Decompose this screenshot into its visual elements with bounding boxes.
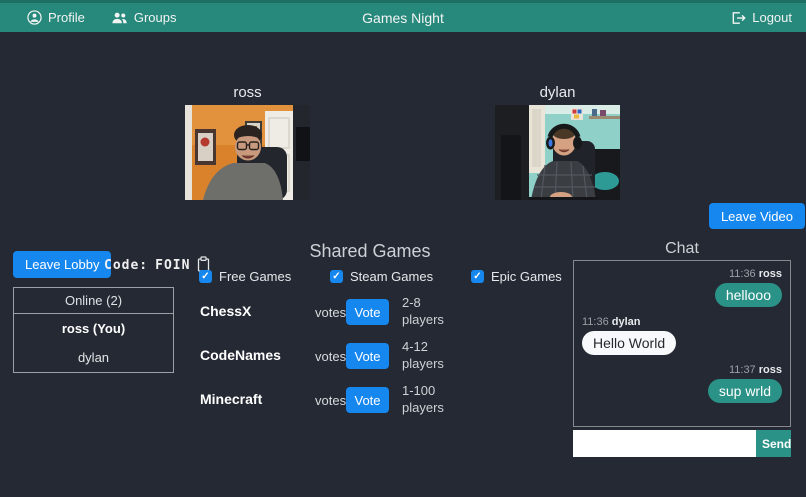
online-member: ross (You) bbox=[61, 321, 126, 336]
message-bubble: sup wrld bbox=[707, 379, 782, 403]
filter-label: Steam Games bbox=[350, 269, 434, 284]
vote-button[interactable]: Vote bbox=[346, 299, 389, 325]
players-range: 4-12 players bbox=[402, 339, 444, 371]
nav-logout-label: Logout bbox=[752, 10, 792, 25]
shared-games-title: Shared Games bbox=[309, 241, 431, 261]
lobby-code-value: FOIN bbox=[155, 257, 191, 273]
game-name: Minecraft bbox=[200, 391, 263, 407]
message-time: 11:36 bbox=[728, 268, 756, 280]
game-row-chessx: ChessX votes: Vote 2-8 players bbox=[200, 295, 535, 330]
video-name-label: dylan bbox=[539, 84, 576, 101]
filter-label: Epic Games bbox=[491, 269, 562, 284]
online-members-panel: Online (2) ross (You) dylan bbox=[13, 287, 174, 373]
message-time: 11:36 bbox=[582, 316, 609, 328]
lobby-code-label: Code: bbox=[104, 257, 149, 273]
message-time: 11:37 bbox=[728, 364, 756, 376]
video-feed-dylan bbox=[495, 105, 620, 200]
vote-button[interactable]: Vote bbox=[346, 343, 389, 369]
checkbox-checked-icon[interactable] bbox=[330, 270, 343, 283]
game-row-codenames: CodeNames votes: Vote 4-12 players bbox=[200, 339, 535, 374]
send-button[interactable]: Send bbox=[756, 430, 791, 457]
leave-lobby-button[interactable]: Leave Lobby bbox=[13, 251, 112, 278]
message-meta: 11:37 ross bbox=[729, 364, 782, 376]
nav-groups-label: Groups bbox=[133, 10, 177, 25]
votes-label: votes: bbox=[315, 349, 350, 364]
video-name-label: ross bbox=[233, 84, 262, 101]
game-name: CodeNames bbox=[200, 347, 281, 363]
logout-icon bbox=[731, 11, 746, 25]
nav-profile[interactable]: Profile bbox=[27, 10, 85, 25]
chat-message: 11:37 ross sup wrld bbox=[582, 364, 782, 403]
chat-input-row: Send bbox=[573, 430, 791, 457]
chat-message-list[interactable]: 11:36 ross hellooo 11:36 dylan Hello Wor… bbox=[573, 260, 791, 427]
message-sender: dylan bbox=[611, 316, 641, 328]
navbar: Profile Groups Games Night Logout bbox=[0, 0, 806, 32]
message-bubble: Hello World bbox=[582, 331, 677, 355]
nav-groups[interactable]: Groups bbox=[111, 10, 177, 25]
chat-title: Chat bbox=[665, 240, 699, 257]
players-range: 1-100 players bbox=[402, 383, 444, 415]
person-circle-icon bbox=[27, 10, 42, 25]
filter-steam-games[interactable]: Steam Games bbox=[330, 269, 433, 284]
checkbox-checked-icon[interactable] bbox=[199, 270, 212, 283]
message-meta: 11:36 ross bbox=[729, 268, 782, 280]
message-meta: 11:36 dylan bbox=[582, 316, 641, 328]
votes-label: votes: bbox=[315, 305, 350, 320]
chat-message: 11:36 ross hellooo bbox=[582, 268, 782, 307]
online-header: Online (2) bbox=[14, 288, 173, 314]
message-sender: ross bbox=[758, 364, 782, 376]
video-feed-ross bbox=[185, 105, 310, 200]
message-sender: ross bbox=[758, 268, 782, 280]
checkbox-checked-icon[interactable] bbox=[471, 270, 484, 283]
votes-label: votes: bbox=[315, 393, 350, 408]
players-range: 2-8 players bbox=[402, 295, 444, 327]
chat-message: 11:36 dylan Hello World bbox=[582, 316, 782, 355]
chat-message-input[interactable] bbox=[573, 430, 756, 457]
filter-epic-games[interactable]: Epic Games bbox=[471, 269, 562, 284]
game-name: ChessX bbox=[200, 303, 252, 319]
online-member: dylan bbox=[77, 350, 110, 365]
vote-button[interactable]: Vote bbox=[346, 387, 389, 413]
leave-video-button[interactable]: Leave Video bbox=[708, 203, 805, 229]
filter-free-games[interactable]: Free Games bbox=[199, 269, 291, 284]
message-bubble: hellooo bbox=[714, 283, 782, 307]
game-row-minecraft: Minecraft votes: Vote 1-100 players bbox=[200, 383, 535, 418]
filter-label: Free Games bbox=[219, 269, 292, 284]
video-block-ross: ross bbox=[185, 84, 310, 200]
people-icon bbox=[111, 11, 128, 25]
nav-profile-label: Profile bbox=[48, 10, 85, 25]
video-block-dylan: dylan bbox=[495, 84, 620, 200]
nav-logout[interactable]: Logout bbox=[731, 10, 792, 25]
